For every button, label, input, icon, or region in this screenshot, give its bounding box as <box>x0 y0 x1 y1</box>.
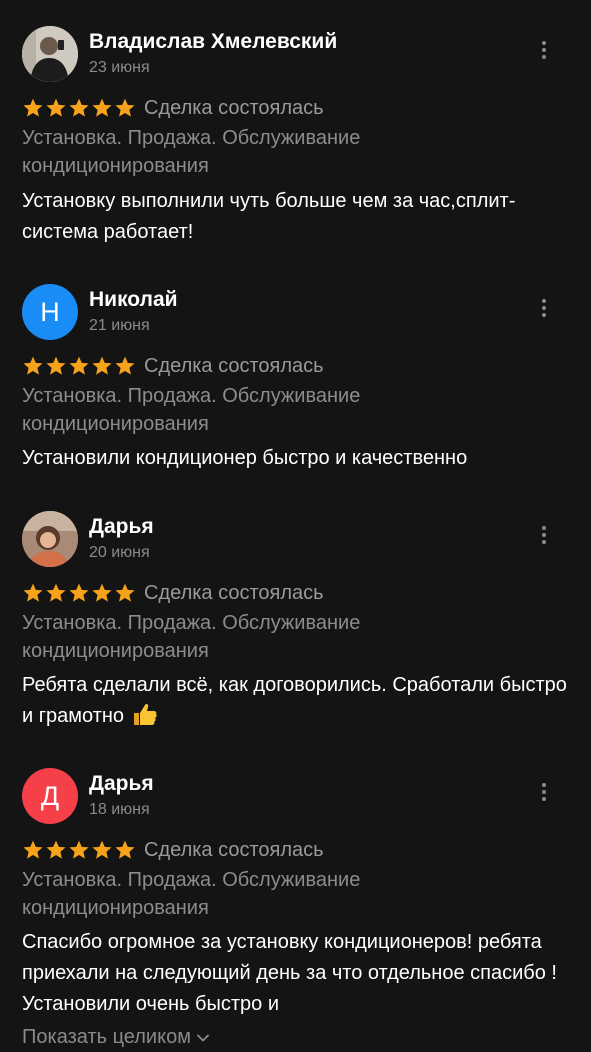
review-date: 23 июня <box>89 59 150 76</box>
service-category: Установка. Продажа. Обслуживание кондици… <box>22 612 361 662</box>
more-options-icon[interactable] <box>532 515 556 555</box>
star-icon <box>115 356 135 375</box>
star-icon <box>23 583 43 602</box>
star-icon <box>69 356 89 375</box>
review-text: Установку выполнили чуть больше чем за ч… <box>22 190 516 243</box>
deal-status: Сделка состоялась <box>144 581 324 604</box>
star-icon <box>115 583 135 602</box>
rating-row: Сделка состоялась <box>22 580 324 606</box>
user-photo-icon <box>22 26 78 82</box>
service-category: Установка. Продажа. Обслуживание кондици… <box>22 127 361 177</box>
review-date: 20 июня <box>89 544 150 561</box>
star-rating <box>22 355 136 377</box>
avatar[interactable]: Д <box>22 768 78 824</box>
star-icon <box>69 840 89 859</box>
star-icon <box>69 98 89 117</box>
star-icon <box>46 98 66 117</box>
more-options-icon[interactable] <box>532 30 556 70</box>
rating-row: Сделка состоялась <box>22 837 324 863</box>
reviewer-name[interactable]: Дарья <box>89 772 154 796</box>
avatar-letter: Н <box>40 296 60 327</box>
star-icon <box>92 98 112 117</box>
rating-row: Сделка состоялась <box>22 95 324 121</box>
star-icon <box>23 840 43 859</box>
review-date: 21 июня <box>89 317 150 334</box>
deal-status: Сделка состоялась <box>144 96 324 119</box>
star-icon <box>115 840 135 859</box>
star-icon <box>92 840 112 859</box>
star-icon <box>46 840 66 859</box>
show-more-link[interactable]: Показать целиком <box>22 1026 209 1049</box>
reviewer-name[interactable]: Николай <box>89 288 178 312</box>
deal-status: Сделка состоялась <box>144 838 324 861</box>
star-icon <box>23 98 43 117</box>
avatar[interactable]: Н <box>22 284 78 340</box>
review-text: Установили кондиционер быстро и качестве… <box>22 447 468 469</box>
user-photo-icon <box>22 511 78 567</box>
avatar[interactable] <box>22 511 78 567</box>
star-icon <box>92 356 112 375</box>
star-icon <box>46 356 66 375</box>
avatar[interactable] <box>22 26 78 82</box>
star-rating <box>22 97 136 119</box>
service-category: Установка. Продажа. Обслуживание кондици… <box>22 385 361 435</box>
star-icon <box>69 583 89 602</box>
chevron-down-icon <box>197 1034 209 1041</box>
star-rating <box>22 839 136 861</box>
review-text-block: Ребята сделали всё, как договорились. Ср… <box>22 670 567 732</box>
reviewer-name[interactable]: Владислав Хмелевский <box>89 30 337 54</box>
more-options-icon[interactable] <box>532 288 556 328</box>
star-icon <box>46 583 66 602</box>
show-more-label: Показать целиком <box>22 1026 191 1048</box>
avatar-letter: Д <box>40 780 60 811</box>
review-text: Ребята сделали всё, как договорились. Ср… <box>22 674 567 727</box>
review-text: Спасибо огромное за установку кондиционе… <box>22 931 557 1015</box>
rating-row: Сделка состоялась <box>22 353 324 379</box>
star-rating <box>22 582 136 604</box>
reviewer-name[interactable]: Дарья <box>89 515 154 539</box>
more-options-icon[interactable] <box>532 772 556 812</box>
star-icon <box>23 356 43 375</box>
star-icon <box>115 98 135 117</box>
deal-status: Сделка состоялась <box>144 354 324 377</box>
thumbs-up-icon <box>133 703 157 725</box>
review-date: 18 июня <box>89 801 150 818</box>
service-category: Установка. Продажа. Обслуживание кондици… <box>22 869 361 919</box>
star-icon <box>92 583 112 602</box>
